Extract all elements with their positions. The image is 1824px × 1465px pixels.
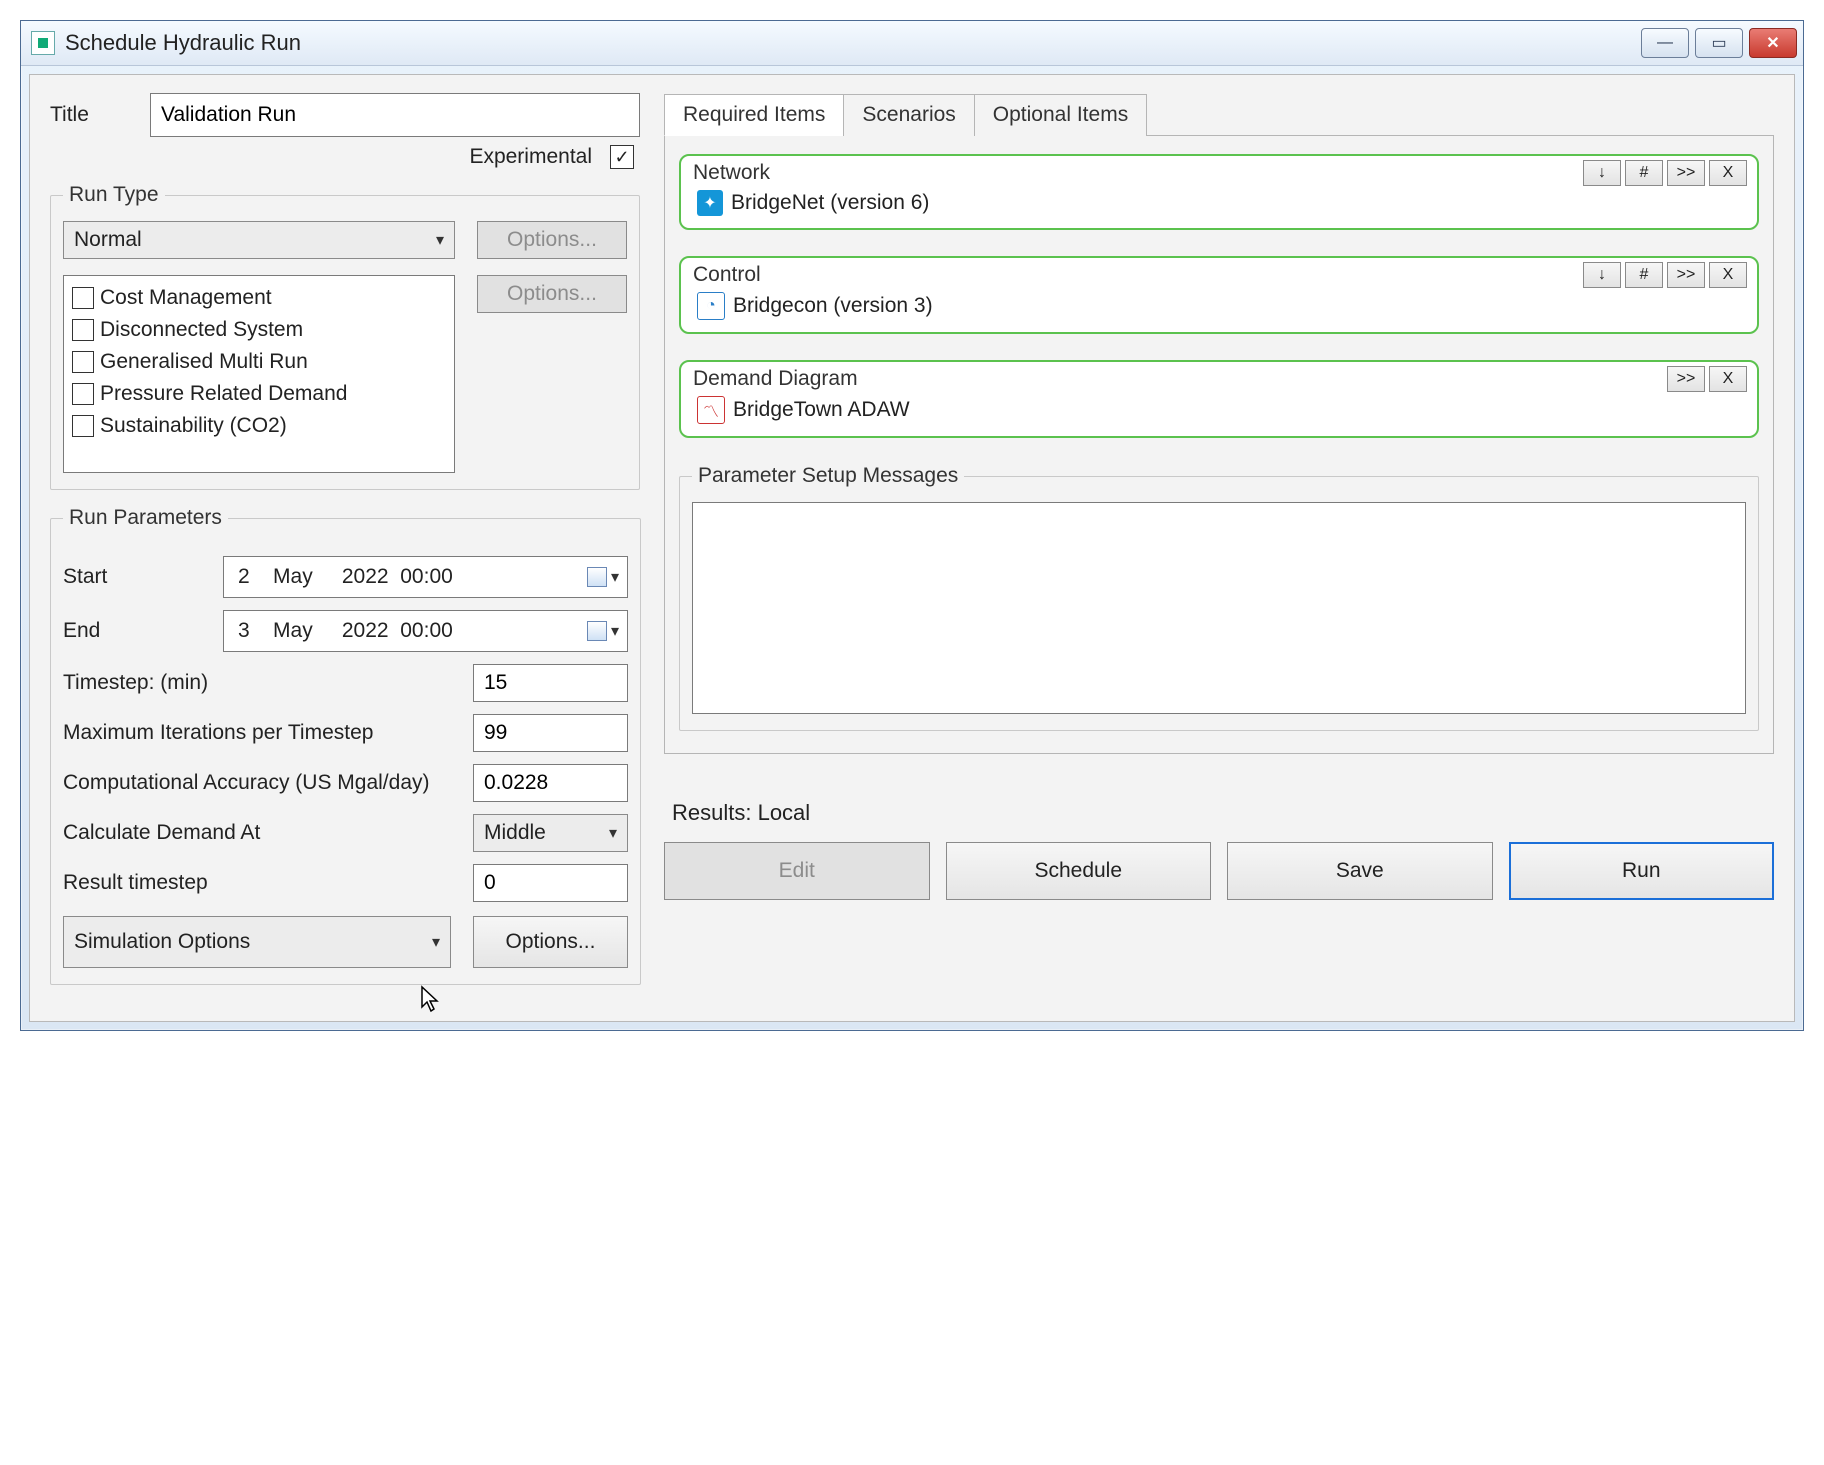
simulation-options-button[interactable]: Options... [473, 916, 628, 968]
window-title: Schedule Hydraulic Run [65, 30, 301, 56]
run-button[interactable]: Run [1509, 842, 1775, 900]
start-label: Start [63, 565, 203, 589]
timestep-input[interactable] [473, 664, 628, 702]
tab-panel-required: Network ↓ # >> X ✦ BridgeNet (version 6) [664, 136, 1774, 754]
demand-next-button[interactable]: >> [1667, 366, 1705, 392]
calc-demand-label: Calculate Demand At [63, 821, 453, 845]
demand-icon: 〽 [697, 396, 725, 424]
control-icon: ◔ [697, 292, 725, 320]
check-generalised-multi-run[interactable] [72, 351, 94, 373]
run-type-checklist: Cost Management Disconnected System Gene… [63, 275, 455, 473]
calc-demand-select[interactable]: Middle ▾ [473, 814, 628, 852]
check-label: Disconnected System [100, 314, 303, 346]
start-datetime-picker[interactable]: 2 May 2022 00:00 ▾ [223, 556, 628, 598]
schedule-button[interactable]: Schedule [946, 842, 1212, 900]
run-type-group: Run Type Normal ▾ Options... Cost Manage… [50, 183, 640, 490]
check-sustainability-co2[interactable] [72, 415, 94, 437]
run-parameters-legend: Run Parameters [63, 506, 228, 530]
client-area: Title Experimental ✓ Run Type Normal ▾ O… [29, 74, 1795, 1022]
accuracy-label: Computational Accuracy (US Mgal/day) [63, 771, 453, 795]
chevron-down-icon: ▾ [432, 932, 440, 952]
check-label: Cost Management [100, 282, 272, 314]
check-pressure-related-demand[interactable] [72, 383, 94, 405]
control-title: Control [693, 263, 761, 287]
control-hash-button[interactable]: # [1625, 262, 1663, 288]
run-type-select[interactable]: Normal ▾ [63, 221, 455, 259]
title-input[interactable] [150, 93, 640, 137]
tab-required-items[interactable]: Required Items [664, 94, 844, 136]
chevron-down-icon: ▾ [611, 567, 619, 587]
run-parameters-group: Run Parameters Start 2 May 2022 00:00 ▾ … [50, 506, 641, 985]
network-icon: ✦ [697, 190, 723, 216]
check-label: Pressure Related Demand [100, 378, 347, 410]
control-value: Bridgecon (version 3) [733, 294, 933, 318]
calendar-icon [587, 567, 607, 587]
tab-optional-items[interactable]: Optional Items [974, 94, 1147, 136]
check-disconnected-system[interactable] [72, 319, 94, 341]
network-next-button[interactable]: >> [1667, 160, 1705, 186]
parameter-messages-legend: Parameter Setup Messages [692, 464, 964, 488]
timestep-label: Timestep: (min) [63, 671, 453, 695]
save-button[interactable]: Save [1227, 842, 1493, 900]
check-label: Generalised Multi Run [100, 346, 308, 378]
demand-value: BridgeTown ADAW [733, 398, 910, 422]
chevron-down-icon: ▾ [609, 823, 617, 843]
edit-button[interactable]: Edit [664, 842, 930, 900]
network-title: Network [693, 161, 770, 185]
parameter-messages-box [692, 502, 1746, 714]
check-cost-management[interactable] [72, 287, 94, 309]
network-down-button[interactable]: ↓ [1583, 160, 1621, 186]
parameter-messages-group: Parameter Setup Messages [679, 464, 1759, 731]
network-hash-button[interactable]: # [1625, 160, 1663, 186]
minimize-button[interactable]: — [1641, 28, 1689, 58]
simulation-options-value: Simulation Options [74, 930, 250, 954]
result-timestep-label: Result timestep [63, 871, 453, 895]
demand-clear-button[interactable]: X [1709, 366, 1747, 392]
calendar-icon [587, 621, 607, 641]
required-item-network: Network ↓ # >> X ✦ BridgeNet (version 6) [679, 154, 1759, 230]
end-label: End [63, 619, 203, 643]
demand-title: Demand Diagram [693, 367, 858, 391]
run-type-options-button-2[interactable]: Options... [477, 275, 627, 313]
network-value: BridgeNet (version 6) [731, 191, 929, 215]
titlebar: Schedule Hydraulic Run — ▭ ✕ [21, 21, 1803, 66]
tabs: Required Items Scenarios Optional Items [664, 93, 1774, 136]
accuracy-input[interactable] [473, 764, 628, 802]
calc-demand-value: Middle [484, 821, 546, 845]
cursor-icon [420, 985, 440, 1013]
start-value: 2 May 2022 00:00 [238, 565, 453, 589]
control-next-button[interactable]: >> [1667, 262, 1705, 288]
end-value: 3 May 2022 00:00 [238, 619, 453, 643]
experimental-label: Experimental [469, 145, 592, 169]
control-clear-button[interactable]: X [1709, 262, 1747, 288]
results-label: Results: Local [672, 800, 1774, 826]
maxiter-input[interactable] [473, 714, 628, 752]
results-panel: Results: Local Edit Schedule Save Run [664, 800, 1774, 900]
run-type-options-button-1[interactable]: Options... [477, 221, 627, 259]
simulation-options-select[interactable]: Simulation Options ▾ [63, 916, 451, 968]
result-timestep-input[interactable] [473, 864, 628, 902]
maxiter-label: Maximum Iterations per Timestep [63, 721, 453, 745]
network-clear-button[interactable]: X [1709, 160, 1747, 186]
chevron-down-icon: ▾ [611, 621, 619, 641]
dialog-window: Schedule Hydraulic Run — ▭ ✕ Title Exper… [20, 20, 1804, 1031]
chevron-down-icon: ▾ [436, 230, 444, 250]
title-label: Title [50, 103, 120, 127]
end-datetime-picker[interactable]: 3 May 2022 00:00 ▾ [223, 610, 628, 652]
experimental-checkbox[interactable]: ✓ [610, 145, 634, 169]
tab-scenarios[interactable]: Scenarios [843, 94, 974, 136]
check-label: Sustainability (CO2) [100, 410, 287, 442]
maximize-button[interactable]: ▭ [1695, 28, 1743, 58]
required-item-control: Control ↓ # >> X ◔ Bridgecon (version 3) [679, 256, 1759, 334]
required-item-demand-diagram: Demand Diagram >> X 〽 BridgeTown ADAW [679, 360, 1759, 438]
run-type-legend: Run Type [63, 183, 165, 207]
app-icon [31, 31, 55, 55]
control-down-button[interactable]: ↓ [1583, 262, 1621, 288]
close-button[interactable]: ✕ [1749, 28, 1797, 58]
run-type-value: Normal [74, 228, 142, 252]
